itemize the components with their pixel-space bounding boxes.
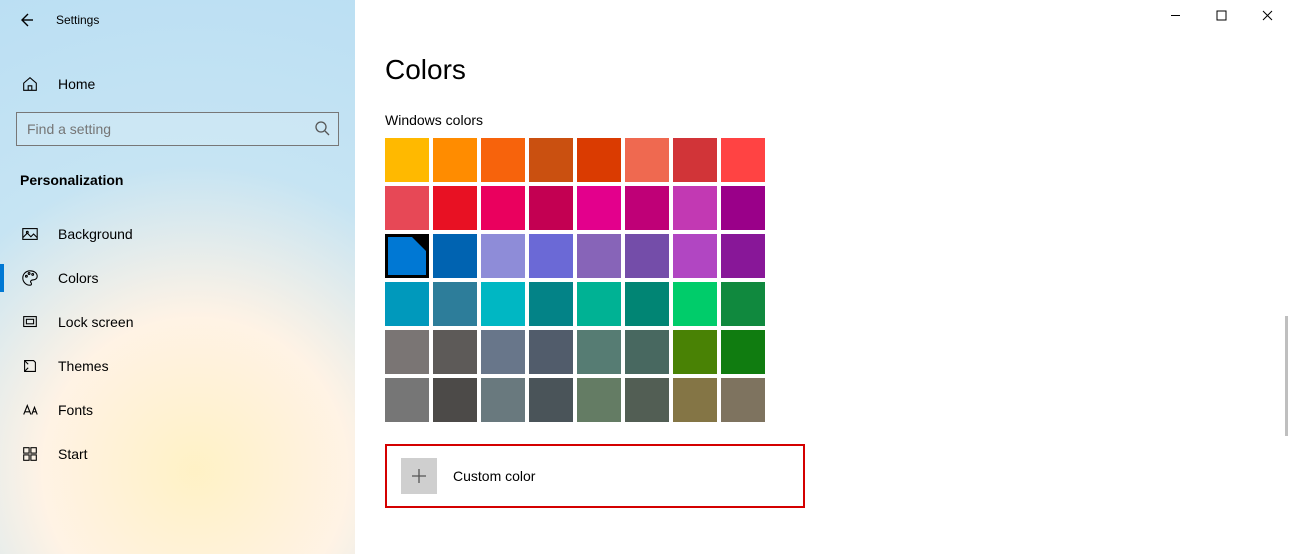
color-swatch[interactable] — [385, 138, 429, 182]
color-swatch[interactable] — [673, 234, 717, 278]
lockscreen-icon — [20, 312, 40, 332]
sidebar-item-background[interactable]: Background — [16, 212, 339, 256]
color-swatch[interactable] — [433, 378, 477, 422]
page-title: Colors — [385, 54, 1260, 86]
color-swatch[interactable] — [529, 282, 573, 326]
color-swatch[interactable] — [385, 234, 429, 278]
sidebar: Settings Home Personalization Background — [0, 0, 355, 554]
color-swatch[interactable] — [625, 138, 669, 182]
color-swatch[interactable] — [481, 282, 525, 326]
window-title: Settings — [56, 13, 99, 27]
color-swatch[interactable] — [385, 330, 429, 374]
color-swatch[interactable] — [481, 234, 525, 278]
search-icon — [314, 120, 330, 139]
check-icon — [417, 235, 429, 247]
color-swatch[interactable] — [529, 330, 573, 374]
sidebar-item-label: Lock screen — [58, 314, 133, 330]
sidebar-item-fonts[interactable]: Fonts — [16, 388, 339, 432]
color-swatch[interactable] — [673, 138, 717, 182]
search-input[interactable] — [27, 121, 314, 137]
minimize-button[interactable] — [1152, 0, 1198, 30]
color-swatch[interactable] — [577, 138, 621, 182]
color-swatch[interactable] — [577, 330, 621, 374]
color-swatch[interactable] — [481, 378, 525, 422]
color-swatch[interactable] — [385, 378, 429, 422]
themes-icon — [20, 356, 40, 376]
sidebar-item-label: Start — [58, 446, 88, 462]
color-swatch[interactable] — [673, 282, 717, 326]
color-swatch[interactable] — [529, 186, 573, 230]
color-swatch[interactable] — [433, 186, 477, 230]
color-swatch[interactable] — [625, 378, 669, 422]
color-swatch[interactable] — [721, 330, 765, 374]
start-icon — [20, 444, 40, 464]
color-swatch[interactable] — [625, 282, 669, 326]
sidebar-item-start[interactable]: Start — [16, 432, 339, 476]
sidebar-item-label: Background — [58, 226, 133, 242]
sidebar-item-label: Fonts — [58, 402, 93, 418]
color-swatch-grid — [385, 138, 1260, 422]
color-swatch[interactable] — [673, 378, 717, 422]
color-swatch[interactable] — [577, 282, 621, 326]
color-swatch[interactable] — [481, 138, 525, 182]
color-swatch[interactable] — [625, 234, 669, 278]
color-swatch[interactable] — [529, 234, 573, 278]
close-button[interactable] — [1244, 0, 1290, 30]
color-swatch[interactable] — [385, 186, 429, 230]
color-swatch[interactable] — [385, 282, 429, 326]
plus-icon — [401, 458, 437, 494]
palette-icon — [20, 268, 40, 288]
maximize-button[interactable] — [1198, 0, 1244, 30]
main-pane: Colors Windows colors Custom color — [355, 0, 1290, 554]
sidebar-item-colors[interactable]: Colors — [16, 256, 339, 300]
color-swatch[interactable] — [577, 186, 621, 230]
color-swatch[interactable] — [673, 186, 717, 230]
picture-icon — [20, 224, 40, 244]
home-icon — [20, 74, 40, 94]
color-swatch[interactable] — [433, 138, 477, 182]
color-swatch[interactable] — [577, 378, 621, 422]
color-swatch[interactable] — [721, 282, 765, 326]
color-swatch[interactable] — [721, 378, 765, 422]
window-controls — [1152, 0, 1290, 30]
back-icon[interactable] — [18, 12, 34, 28]
titlebar-left: Settings — [0, 8, 355, 38]
color-swatch[interactable] — [481, 186, 525, 230]
color-swatch[interactable] — [721, 234, 765, 278]
color-swatch[interactable] — [481, 330, 525, 374]
nav-home-label: Home — [58, 76, 95, 92]
nav-home[interactable]: Home — [16, 62, 339, 106]
color-swatch[interactable] — [673, 330, 717, 374]
sidebar-item-label: Themes — [58, 358, 109, 374]
sidebar-item-themes[interactable]: Themes — [16, 344, 339, 388]
fonts-icon — [20, 400, 40, 420]
section-label: Windows colors — [385, 112, 1260, 128]
search-box[interactable] — [16, 112, 339, 146]
sidebar-item-lockscreen[interactable]: Lock screen — [16, 300, 339, 344]
scrollbar[interactable] — [1285, 316, 1288, 436]
color-swatch[interactable] — [529, 378, 573, 422]
color-swatch[interactable] — [433, 330, 477, 374]
color-swatch[interactable] — [625, 330, 669, 374]
color-swatch[interactable] — [433, 234, 477, 278]
color-swatch[interactable] — [529, 138, 573, 182]
color-swatch[interactable] — [433, 282, 477, 326]
sidebar-item-label: Colors — [58, 270, 98, 286]
color-swatch[interactable] — [577, 234, 621, 278]
color-swatch[interactable] — [721, 138, 765, 182]
color-swatch[interactable] — [721, 186, 765, 230]
custom-color-row[interactable]: Custom color — [385, 444, 805, 508]
color-swatch[interactable] — [625, 186, 669, 230]
category-label: Personalization — [16, 164, 339, 212]
custom-color-label: Custom color — [453, 468, 535, 484]
